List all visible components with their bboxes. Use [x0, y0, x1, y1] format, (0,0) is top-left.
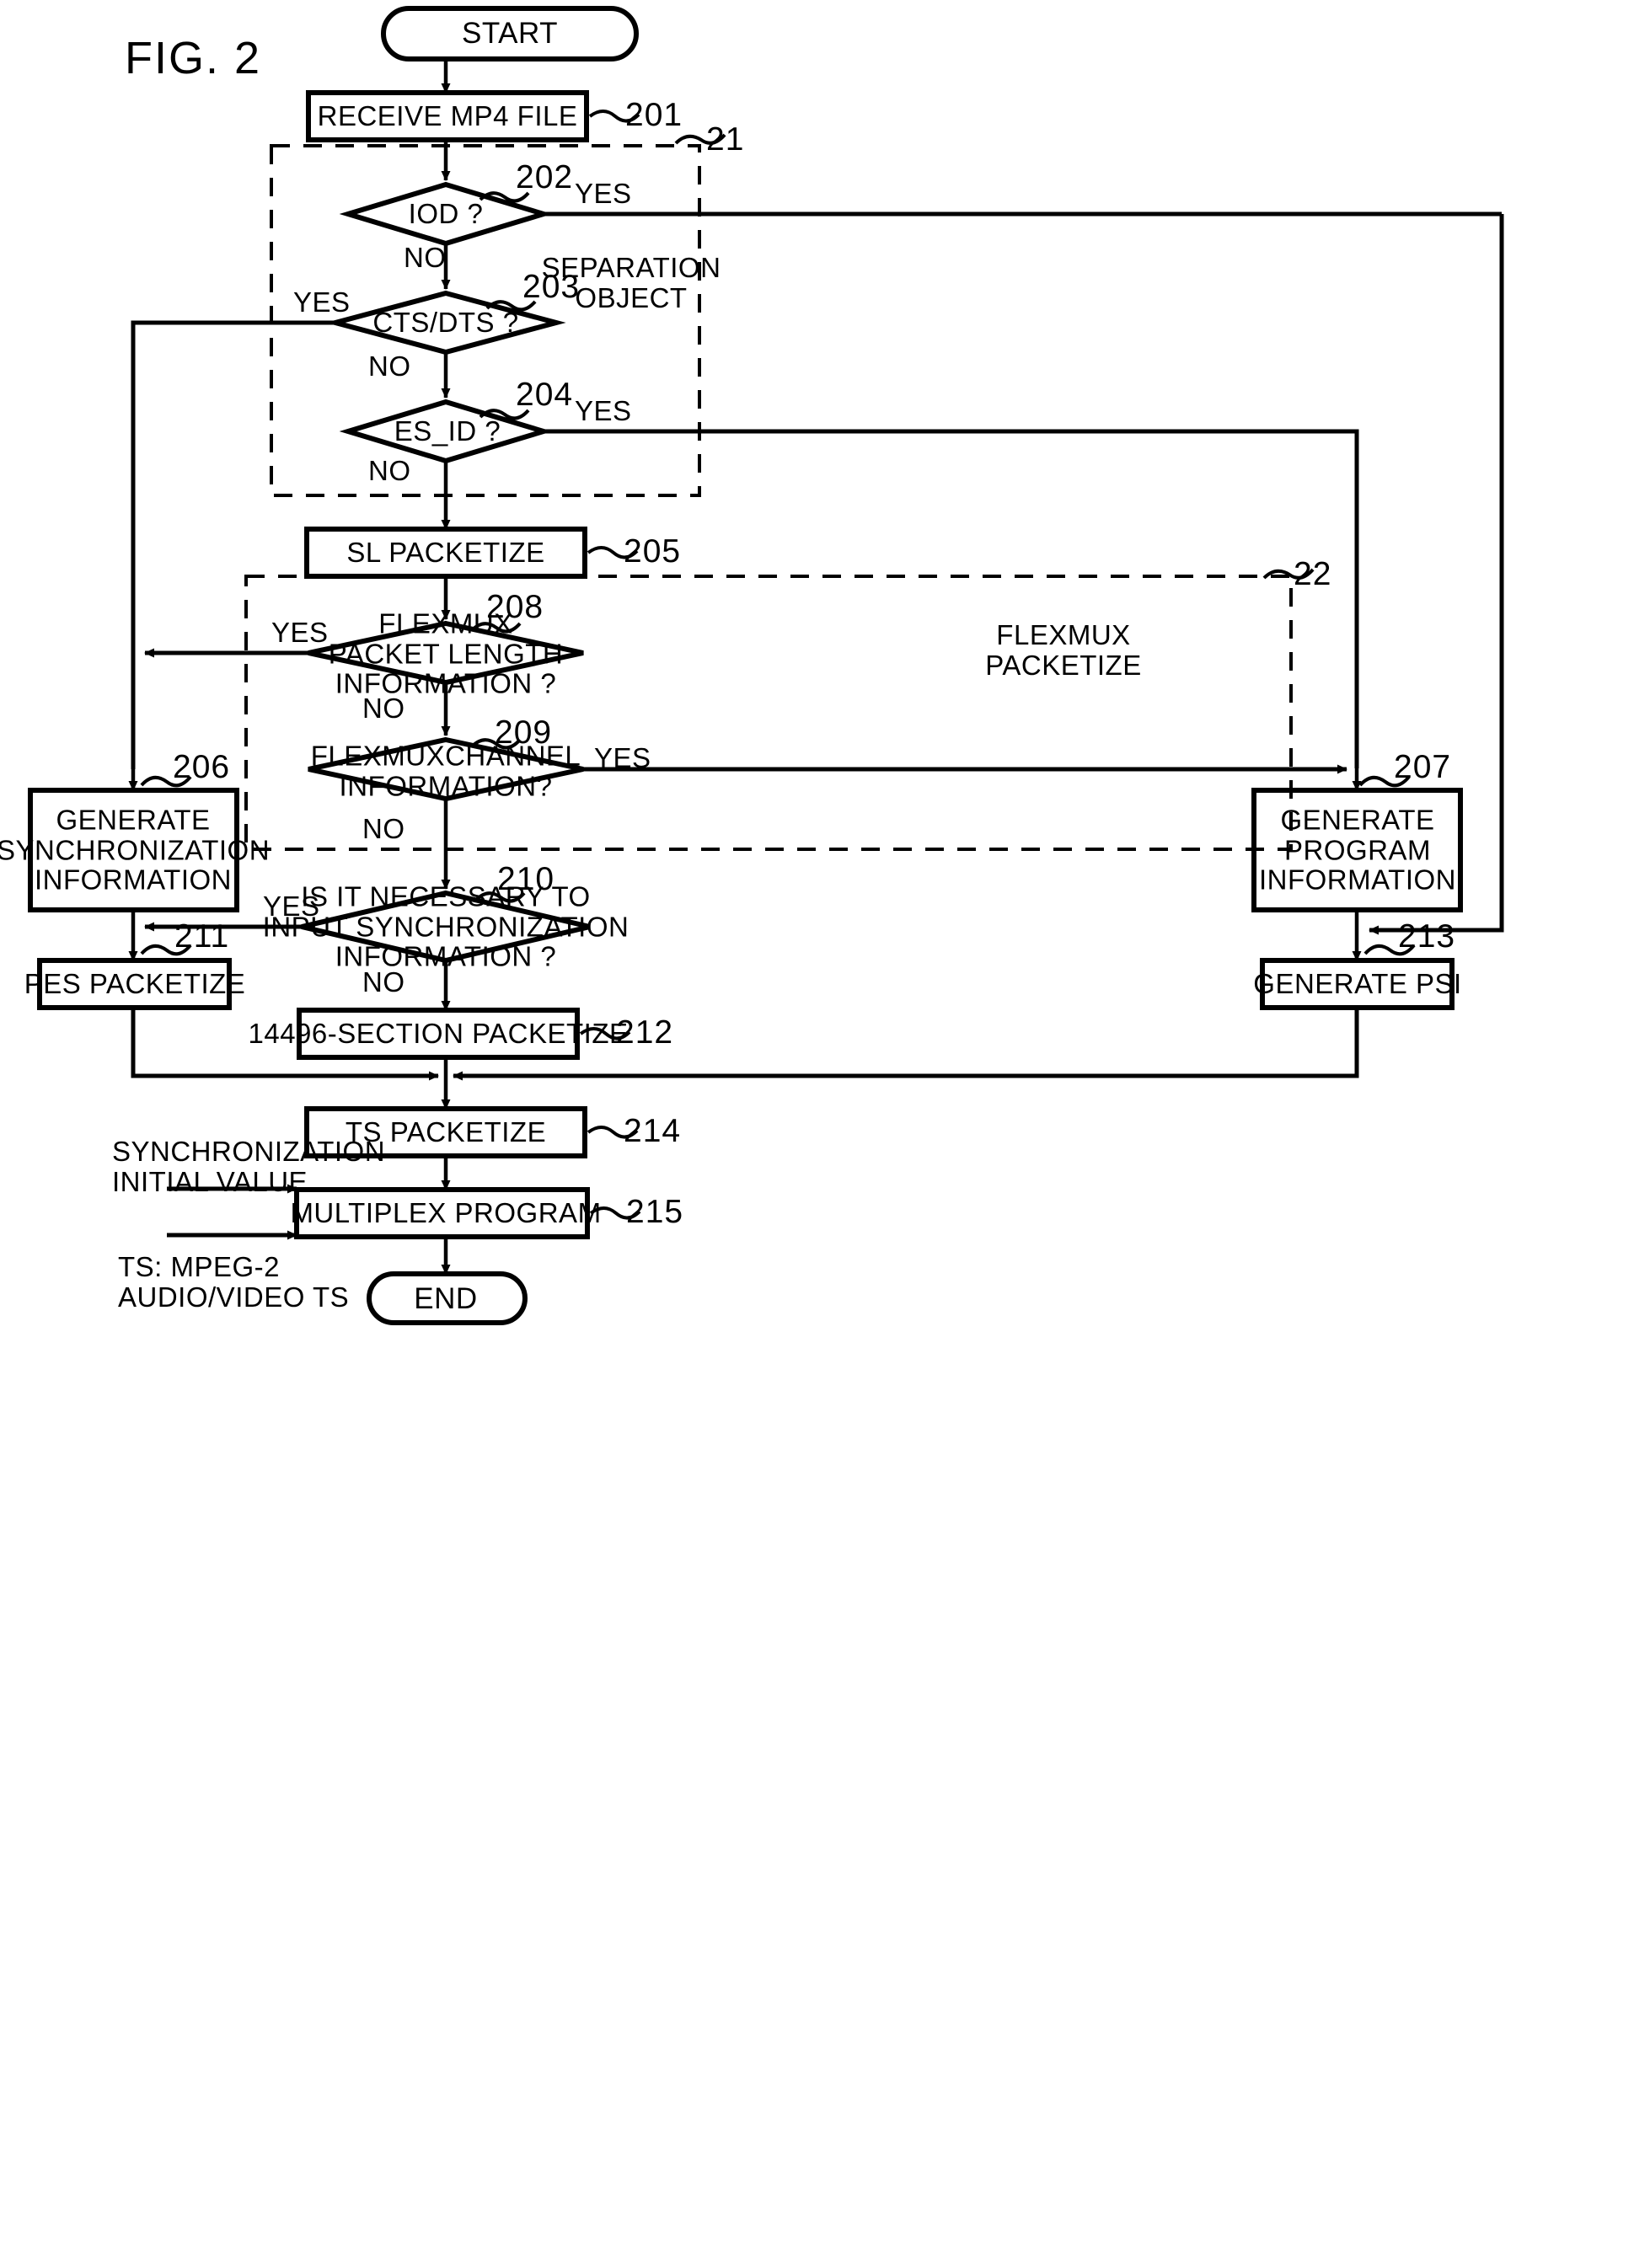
group-22-label: FLEXMUX PACKETIZE: [985, 619, 1142, 681]
branch-209-yes: YES: [594, 742, 651, 773]
end-label: END: [414, 1282, 478, 1316]
branch-202-no: NO: [404, 242, 447, 273]
ref-203: 203: [522, 269, 581, 305]
ref-215: 215: [626, 1194, 684, 1230]
sync-initial-value-label: SYNCHRONIZATION INITIAL VALUE: [112, 1136, 386, 1197]
ref-21: 21: [706, 121, 745, 158]
ref-204: 204: [516, 377, 574, 413]
ref-202: 202: [516, 159, 574, 195]
ref-211: 211: [174, 918, 230, 955]
process-215-label: MULTIPLEX PROGRAM: [290, 1197, 602, 1229]
process-207-label: GENERATE PROGRAM INFORMATION: [1258, 804, 1457, 896]
edge-204-yes: [544, 429, 1359, 768]
branch-203-no: NO: [368, 350, 411, 382]
branch-208-no: NO: [362, 693, 405, 724]
ref-209: 209: [495, 714, 553, 751]
branch-203-yes: YES: [293, 286, 351, 318]
flowchart-graphics: [28, 6, 1504, 1325]
process-212-label: 14496-SECTION PACKETIZE: [248, 1018, 629, 1050]
branch-209-no: NO: [362, 813, 405, 844]
ref-207: 207: [1394, 749, 1452, 785]
ref-210: 210: [497, 861, 555, 897]
decision-203-label: CTS/DTS ?: [372, 307, 519, 339]
process-213-label: GENERATE PSI: [1253, 968, 1462, 1000]
branch-210-yes: YES: [263, 891, 320, 922]
branch-204-yes: YES: [575, 395, 632, 426]
ref-206: 206: [173, 749, 231, 785]
ref-214: 214: [624, 1113, 682, 1149]
ref-213: 213: [1398, 918, 1456, 955]
process-205-label: SL PACKETIZE: [346, 537, 545, 569]
start-label: START: [462, 17, 558, 51]
process-206-label: GENERATE SYNCHRONIZATION INFORMATION: [0, 804, 271, 896]
process-211-label: PES PACKETIZE: [24, 968, 246, 1000]
ref-22: 22: [1294, 556, 1332, 592]
figure-title: FIG. 2: [125, 33, 262, 83]
ts-mpeg2-label: TS: MPEG-2 AUDIO/VIDEO TS: [118, 1251, 350, 1313]
ref-205: 205: [624, 533, 682, 570]
ref-201: 201: [625, 97, 683, 133]
branch-202-yes: YES: [575, 178, 632, 209]
branch-204-no: NO: [368, 455, 411, 486]
process-201-label: RECEIVE MP4 FILE: [317, 100, 578, 132]
figure-canvas: FIG. 2 START END RECEIVE MP4 FILE 201 21…: [0, 0, 1634, 2268]
branch-208-yes: YES: [271, 617, 329, 648]
decision-204-label: ES_ID ?: [394, 415, 501, 447]
branch-210-no: NO: [362, 966, 405, 998]
decision-202-label: IOD ?: [408, 198, 484, 230]
ref-208: 208: [486, 589, 544, 625]
ref-212: 212: [616, 1014, 674, 1051]
